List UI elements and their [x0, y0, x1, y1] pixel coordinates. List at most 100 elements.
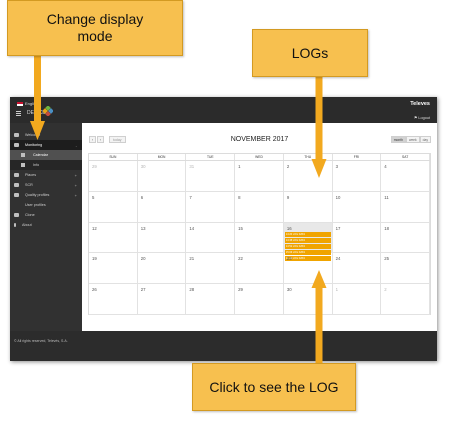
callout-click-to-see-log: Click to see the LOG	[192, 363, 356, 411]
sidebar-item-user-profiles[interactable]: User profiles	[10, 200, 82, 210]
sidebar-item-clone[interactable]: Clone	[10, 210, 82, 220]
calendar-day-cell[interactable]: 6	[137, 191, 187, 223]
language-selector[interactable]: English	[17, 101, 38, 106]
week-view-button[interactable]: week	[405, 136, 420, 143]
calendar-day-cell[interactable]: 8	[235, 191, 284, 223]
day-number: 11	[384, 194, 389, 200]
day-number: 3	[335, 164, 338, 169]
callout-text-line2: mode	[77, 28, 113, 44]
calendar-day-cell[interactable]: 31	[186, 161, 236, 192]
sidebar-item-quality-profiles[interactable]: Quality profiles +	[10, 190, 82, 200]
calendar-day-cell[interactable]: 5	[89, 191, 138, 223]
day-number: 15	[238, 225, 243, 231]
view-mode-switcher: month week day	[390, 136, 431, 143]
day-number: 23	[286, 256, 292, 262]
weekday-label: MON	[138, 154, 187, 160]
callout-text: LOGs	[291, 44, 329, 61]
day-number: 8	[238, 194, 241, 200]
hamburger-menu-icon[interactable]	[16, 111, 21, 116]
sidebar-item-label: Places	[25, 173, 37, 177]
calendar-day-cell[interactable]: 30	[283, 284, 333, 315]
calendar-day-cell[interactable]: 2	[283, 161, 333, 192]
calendar-day-cell[interactable]: 18	[381, 222, 430, 254]
expand-icon[interactable]: +	[75, 173, 77, 178]
logout-label: Logout	[418, 116, 430, 120]
calendar-day-cell[interactable]: 29	[89, 161, 138, 192]
language-label: English	[25, 101, 39, 106]
weekday-label: SAT	[381, 154, 430, 160]
day-number: 30	[140, 164, 146, 169]
calendar-day-cell[interactable]: 17	[332, 222, 382, 254]
calendar-day-cell[interactable]: 28	[186, 284, 236, 315]
sidebar-item-monitoring[interactable]: Monitoring -	[10, 140, 82, 150]
top-bar: English DEVICE Televes ⚑ Logout	[10, 97, 437, 123]
calendar-day-cell[interactable]: 12	[89, 222, 138, 254]
calendar-day-cell[interactable]: 9	[283, 191, 333, 223]
brand-logo: Televes	[410, 101, 430, 107]
calendar-day-cell[interactable]: 15	[235, 222, 284, 254]
calendar-day-cell[interactable]: 7	[186, 191, 236, 223]
day-number: 30	[286, 287, 292, 293]
log-event[interactable]: 14:38 LOG DATA	[284, 237, 331, 243]
log-event[interactable]: 14:52 LOG DATA	[284, 243, 331, 249]
sidebar-item-places[interactable]: Places +	[10, 170, 82, 180]
sidebar-item-about[interactable]: About	[10, 220, 82, 230]
logout-link[interactable]: ⚑ Logout	[414, 115, 430, 120]
sidebar: Welcome Monitoring - Calendar Info Place…	[10, 123, 82, 331]
people-icon	[14, 193, 19, 197]
calendar-day-cell[interactable]: 27	[137, 284, 187, 315]
day-view-button[interactable]: day	[419, 136, 431, 143]
calendar-day-cell[interactable]: 24	[332, 253, 382, 285]
sidebar-subitem-calendar[interactable]: Calendar	[10, 150, 82, 160]
calendar-day-cell[interactable]: 26	[89, 284, 138, 315]
day-number: 1	[238, 164, 241, 169]
log-event[interactable]: 14:20 LOG DATA	[284, 231, 331, 237]
calendar-days: 29 30 31 1 2 3 4 5 6 7 8 9 10 11 12 13 14 15 16 14:20 LOG D…	[89, 161, 430, 315]
day-number: 28	[189, 287, 195, 293]
sidebar-item-label: Quality profiles	[25, 193, 50, 197]
calendar-day-cell[interactable]: 14	[186, 222, 236, 254]
footer: © All rights reserved, Televés, S.A.	[10, 331, 437, 361]
collapse-icon[interactable]: -	[76, 143, 77, 148]
calendar-day-cell[interactable]: 1	[235, 161, 284, 192]
calendar-day-cell[interactable]: 23	[283, 253, 333, 285]
sidebar-subitem-label: Calendar	[33, 153, 48, 157]
calendar-day-cell[interactable]: 22	[235, 253, 284, 285]
sidebar-subitem-info[interactable]: Info	[10, 160, 82, 170]
calendar-day-cell[interactable]: 10	[332, 191, 382, 223]
sidebar-item-label: Clone	[25, 213, 35, 217]
sidebar-item-label: Welcome	[25, 133, 41, 137]
day-number: 9	[286, 194, 290, 200]
calendar-day-cell[interactable]: 16 14:20 LOG DATA 14:38 LOG DATA 14:52 LOG …	[283, 222, 333, 261]
expand-icon[interactable]: +	[75, 183, 77, 188]
calendar-day-cell[interactable]: 3	[332, 161, 382, 192]
sidebar-item-welcome[interactable]: Welcome	[10, 130, 82, 140]
info-icon	[14, 223, 16, 227]
calendar-panel: ‹ › today NOVEMBER 2017 month week day S…	[82, 123, 437, 331]
calendar-day-cell[interactable]: 11	[381, 191, 430, 223]
copyright-text: © All rights reserved, Televés, S.A.	[14, 339, 68, 343]
calendar-day-cell[interactable]: 29	[235, 284, 284, 315]
sidebar-item-label: User profiles	[25, 203, 46, 207]
calendar-day-cell[interactable]: 19	[89, 253, 138, 285]
day-number: 6	[140, 194, 144, 200]
calendar-day-cell[interactable]: 4	[381, 161, 430, 192]
day-number: 27	[140, 287, 146, 293]
calendar-day-cell[interactable]: 1	[332, 284, 382, 315]
calendar-day-cell[interactable]: 21	[186, 253, 236, 285]
calendar-day-cell[interactable]: 30	[137, 161, 187, 192]
calendar-day-cell[interactable]: 25	[381, 253, 430, 285]
expand-icon[interactable]: +	[75, 193, 77, 198]
calendar-day-cell[interactable]: 2	[381, 284, 430, 315]
weekday-label: THU	[284, 154, 333, 160]
sidebar-item-scr[interactable]: SCR +	[10, 180, 82, 190]
day-number: 29	[92, 164, 97, 169]
day-number: 7	[189, 194, 192, 200]
calendar-day-cell[interactable]: 13	[137, 222, 187, 254]
list-icon	[21, 163, 25, 167]
sidebar-item-label: Monitoring	[25, 143, 43, 147]
day-number: 12	[92, 225, 97, 231]
calendar-day-cell[interactable]: 20	[137, 253, 187, 285]
day-number: 17	[335, 225, 341, 231]
month-view-button[interactable]: month	[390, 136, 406, 143]
